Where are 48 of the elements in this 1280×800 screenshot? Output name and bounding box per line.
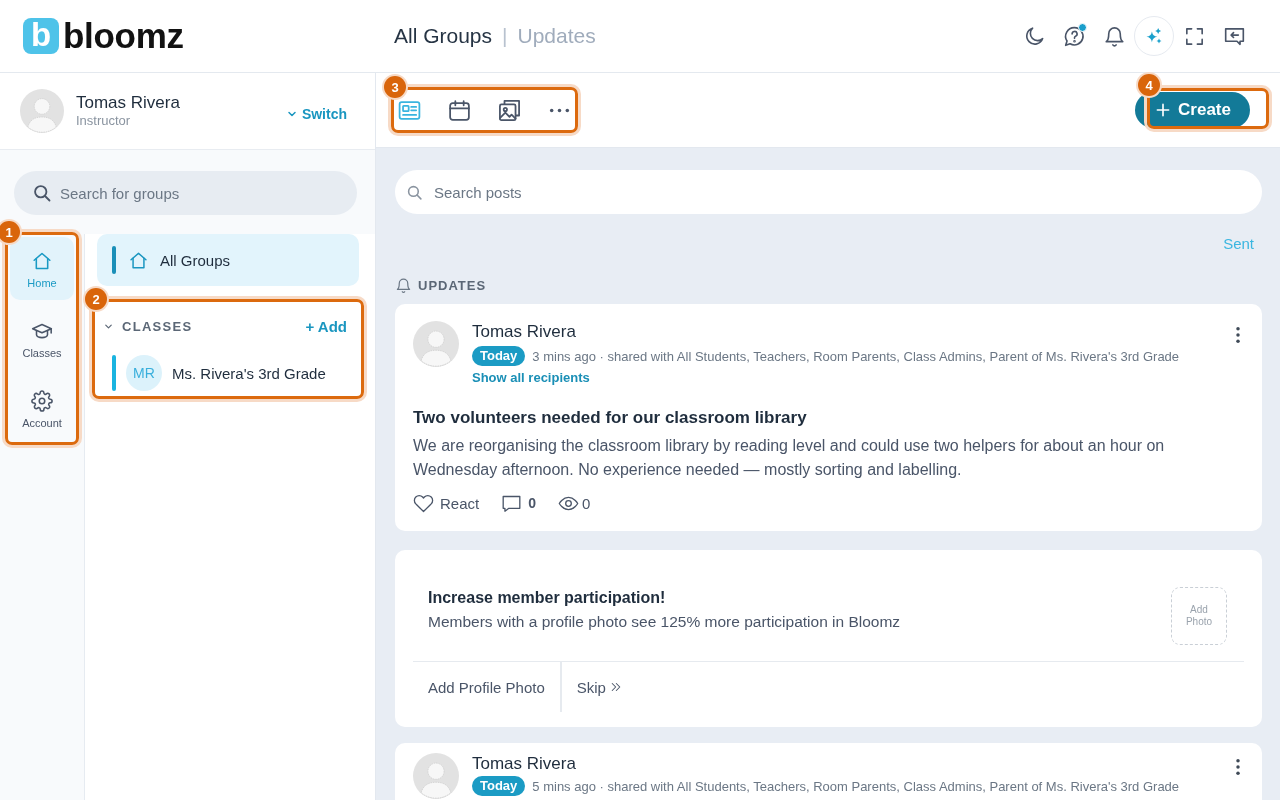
- views-button[interactable]: 0: [558, 492, 591, 514]
- class-name[interactable]: Ms. Rivera's 3rd Grade: [172, 364, 326, 382]
- nav-rail-item[interactable]: Classes: [10, 307, 74, 370]
- avatar-icon: [20, 89, 64, 133]
- page-title: All Groups: [394, 24, 493, 48]
- show-recipients-link[interactable]: Show all recipients: [472, 369, 590, 386]
- post-meta: 5 mins ago · shared with All Students, Teachers, Room Parents, Class Admins, Parent of Ms. Rivera's 3rd Grade: [532, 778, 1180, 794]
- title-separator: |: [502, 24, 508, 48]
- add-profile-photo-button[interactable]: Add Profile Photo: [413, 662, 560, 712]
- avatar-icon: [413, 321, 459, 367]
- search-icon: [406, 183, 423, 201]
- search-icon: [32, 183, 52, 203]
- comments-button[interactable]: 0: [501, 492, 536, 514]
- callout-badge: 3: [384, 76, 406, 98]
- callout-badge: 4: [1138, 74, 1160, 96]
- post-body: We are reorganising the classroom library by reading level and could use two helpers for about an hour on Wednesday afternoon. No experience needed — mostly sorting and labelling.: [413, 436, 1166, 480]
- user-name: Tomas Rivera: [76, 93, 180, 113]
- react-button[interactable]: React: [413, 492, 480, 514]
- gear-icon: [31, 390, 53, 412]
- skip-button[interactable]: Skip: [559, 662, 638, 712]
- section-heading: UPDATES: [418, 278, 487, 293]
- photos-icon[interactable]: [497, 97, 522, 123]
- callout-badge: 2: [85, 288, 107, 310]
- callout-badge: 1: [0, 221, 20, 243]
- date-badge: Today: [472, 776, 526, 796]
- logo-mark: b: [23, 18, 59, 54]
- calendar-icon[interactable]: [447, 97, 472, 123]
- help-bubble-icon[interactable]: [1062, 24, 1086, 48]
- page-subtitle: Updates: [517, 24, 596, 48]
- heart-icon: [413, 492, 434, 514]
- post-meta: 3 mins ago · shared with All Students, Teachers, Room Parents, Class Admins, Parent of Ms. Rivera's 3rd Grade: [532, 348, 1180, 364]
- date-badge: Today: [472, 346, 526, 366]
- post-title: Two volunteers needed for our classroom library: [413, 407, 808, 429]
- class-initials-avatar: MR: [126, 355, 162, 391]
- bell-icon[interactable]: [1102, 24, 1126, 48]
- bell-icon: [395, 277, 412, 294]
- prompt-title: Increase member participation!: [428, 588, 667, 608]
- house-icon: [31, 250, 53, 272]
- all-groups-item[interactable]: All Groups: [97, 234, 359, 286]
- prompt-text: Members with a profile photo see 125% more participation in Bloomz: [428, 612, 902, 632]
- user-role: Instructor: [76, 113, 132, 129]
- classes-heading: CLASSES: [122, 318, 193, 334]
- post-search-field[interactable]: Search posts: [395, 170, 1262, 214]
- author-name: Tomas Rivera: [472, 321, 577, 343]
- group-search-field[interactable]: Search for groups: [14, 171, 357, 215]
- author-name: Tomas Rivera: [472, 753, 577, 775]
- logo-wordmark: bloomz: [63, 16, 184, 56]
- nav-rail-item[interactable]: Account: [10, 377, 74, 440]
